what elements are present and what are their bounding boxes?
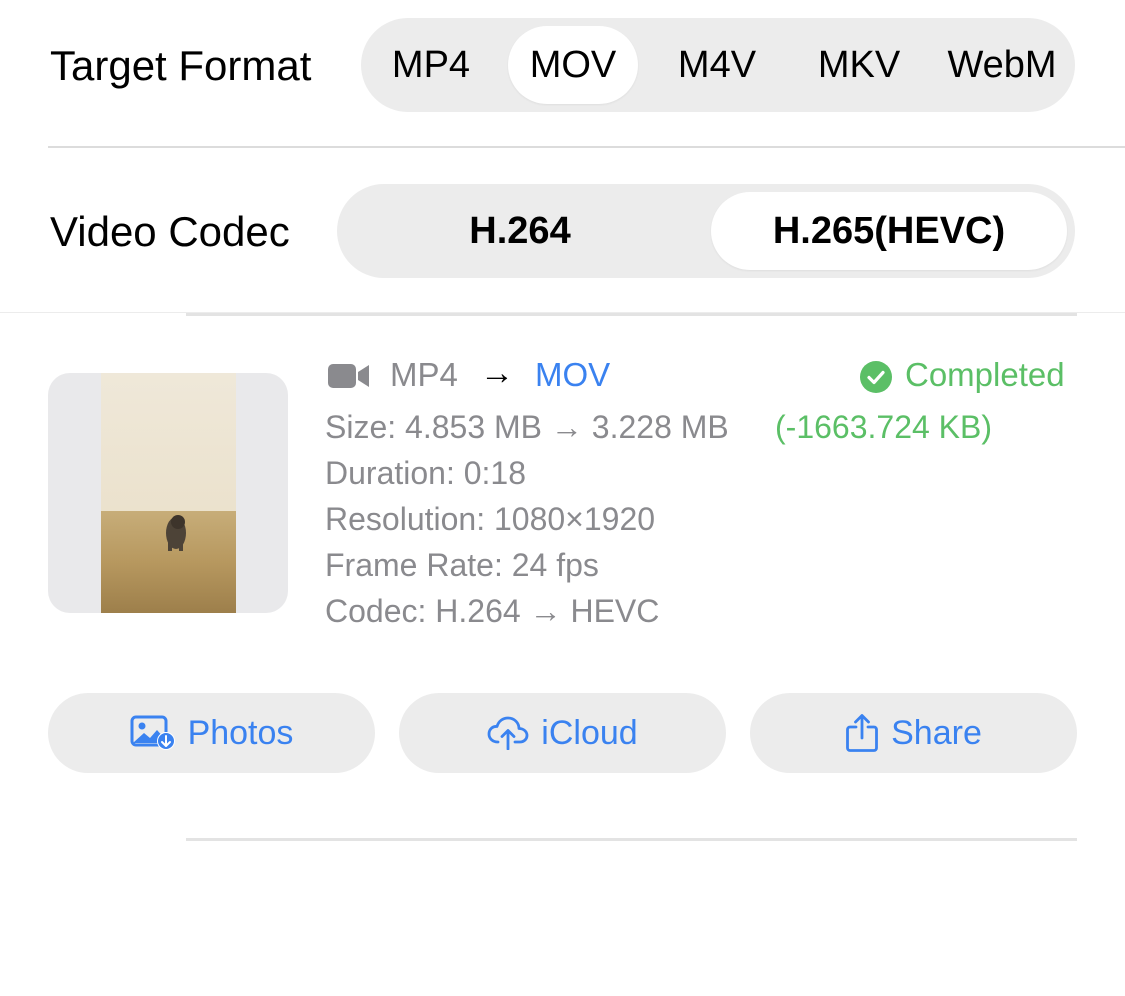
codec-info: Codec: H.264 → HEVC [325,593,660,629]
video-camera-icon [328,364,369,388]
cloud-upload-icon [487,716,529,750]
share-icon [846,714,879,752]
target-format: MOV [535,356,611,393]
share-button[interactable]: Share [750,693,1077,773]
checkmark-circle-icon [860,361,892,393]
video-codec-label: Video Codec [50,208,290,255]
photos-download-icon [130,715,175,750]
frame-rate-info: Frame Rate: 24 fps [325,547,599,583]
target-format-segmented-control: MP4 MOV M4V MKV WebM [361,18,1075,112]
format-arrow: → [480,354,514,392]
size-delta: (-1663.724 KB) [775,409,993,445]
format-option-webm[interactable]: WebM [937,26,1067,104]
format-option-mp4[interactable]: MP4 [369,26,493,104]
divider [186,313,1077,316]
size-info: Size: 4.853 MB → 3.228 MB [325,409,729,445]
format-option-m4v[interactable]: M4V [653,26,781,104]
duration-info: Duration: 0:18 [325,455,527,491]
save-to-photos-button[interactable]: Photos [48,693,375,773]
divider [48,146,1125,148]
photos-button-label: Photos [187,713,294,752]
divider [186,838,1077,841]
icloud-button-label: iCloud [541,713,638,752]
format-option-mov[interactable]: MOV [508,26,638,104]
video-codec-segmented-control: H.264 H.265(HEVC) [337,184,1075,278]
video-thumbnail-image [101,373,236,613]
video-thumbnail[interactable] [48,373,288,613]
codec-option-hevc[interactable]: H.265(HEVC) [711,192,1067,270]
format-option-mkv[interactable]: MKV [795,26,923,104]
source-format: MP4 [390,356,458,393]
codec-option-h264[interactable]: H.264 [345,192,695,270]
resolution-info: Resolution: 1080×1920 [325,501,656,537]
status-completed: Completed [905,356,1065,393]
upload-icloud-button[interactable]: iCloud [399,693,726,773]
share-button-label: Share [891,713,982,752]
target-format-label: Target Format [50,42,312,89]
